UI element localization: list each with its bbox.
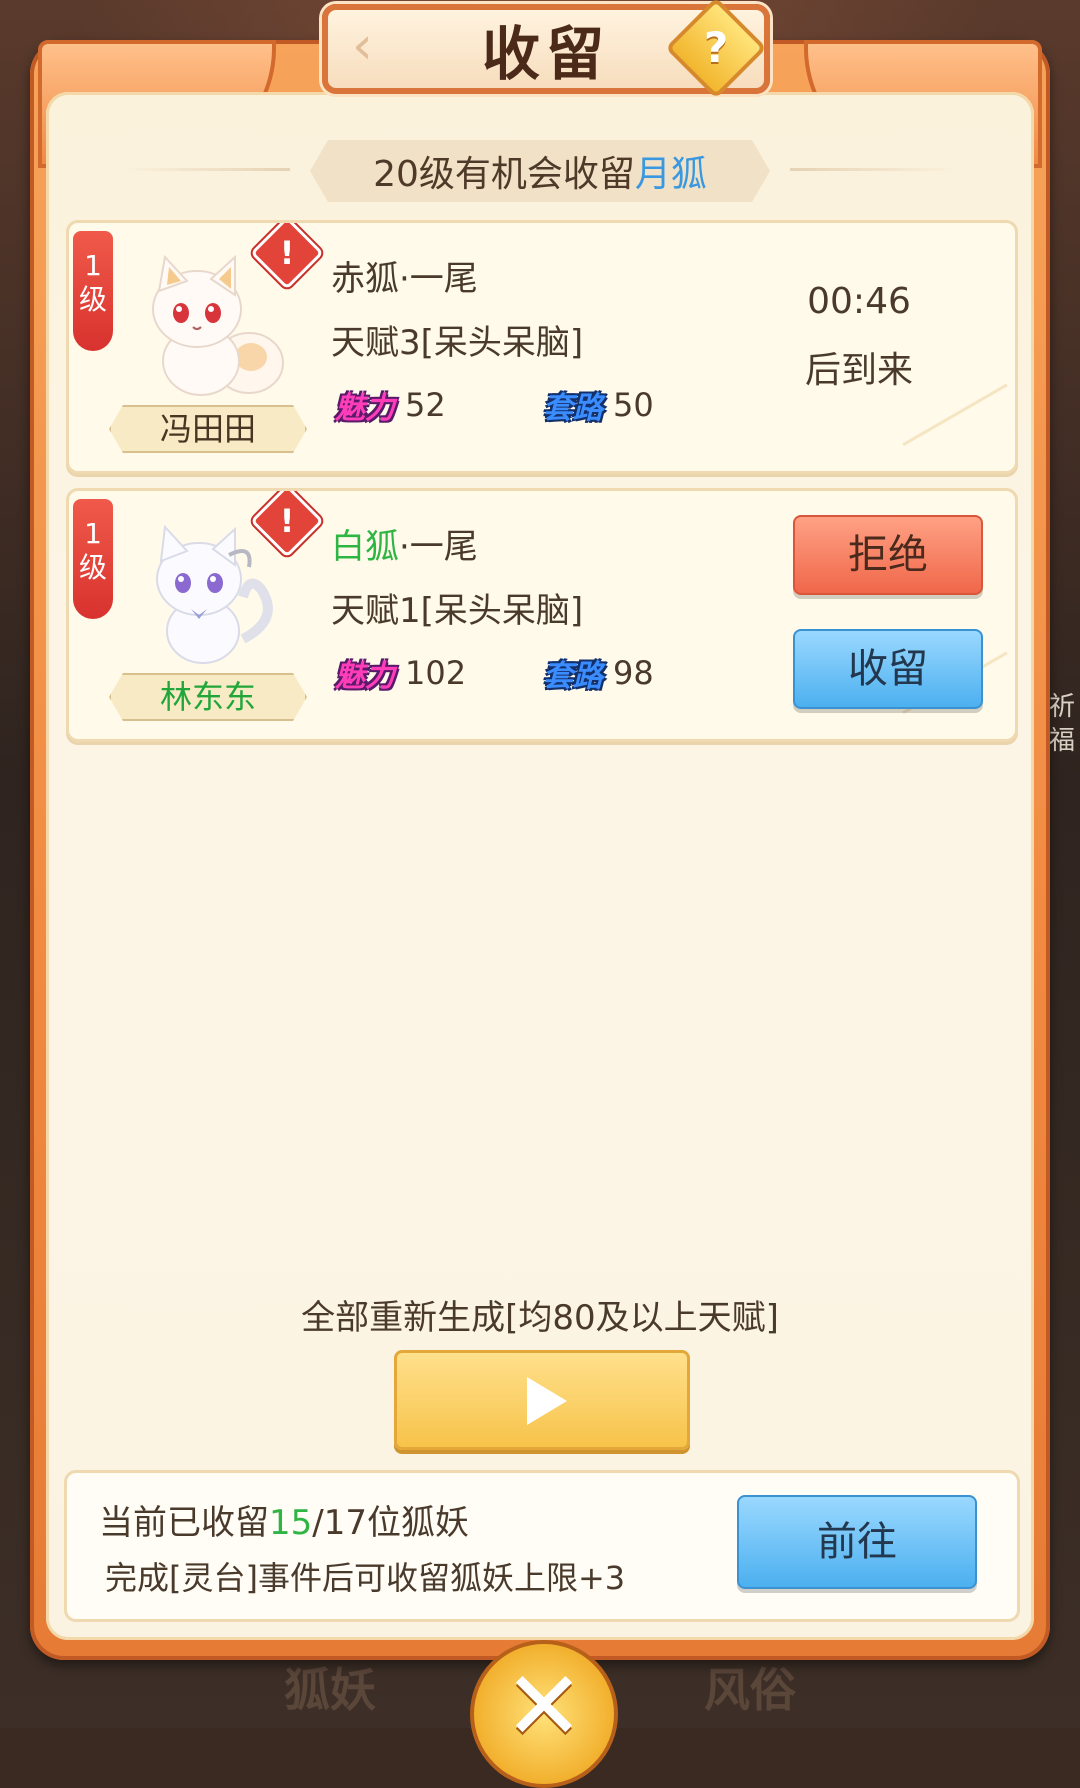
subtitle-highlight: 月狐 (634, 154, 707, 195)
level-tag: 1级 (73, 231, 113, 351)
fox-talent: 天赋3[呆头呆脑] (331, 323, 584, 363)
charm-badge: 魅力 (335, 391, 395, 426)
question-icon: ? (703, 23, 729, 72)
subtitle-text: 20级有机会收留 (373, 154, 635, 195)
adopted-suffix: /17位狐妖 (312, 1503, 469, 1543)
trick-badge: 套路 (543, 391, 603, 426)
fox-type: 赤狐 (331, 259, 399, 299)
subtitle-ribbon: 20级有机会收留 月狐 (310, 140, 770, 202)
fox-name: 白狐·一尾 (331, 519, 478, 568)
charm-stat: 魅力 52 (331, 383, 446, 427)
watch-ad-play-button[interactable] (394, 1350, 690, 1450)
close-button[interactable]: ✕ (470, 1640, 618, 1788)
chevron-left-icon: ‹ (352, 16, 373, 76)
owner-name: 林东东 (109, 673, 307, 721)
capacity-hint: 完成[灵台]事件后可收留狐妖上限+3 (105, 1559, 626, 1597)
arrival-timer: 00:46 (807, 281, 911, 322)
owner-name: 冯田田 (109, 405, 307, 453)
trick-value: 50 (613, 386, 654, 424)
fox-name: 赤狐·一尾 (331, 251, 478, 300)
close-icon: ✕ (503, 1650, 585, 1762)
reject-button[interactable]: 拒绝 (793, 515, 983, 595)
card-corner-decoration (902, 383, 1015, 471)
trick-badge: 套路 (543, 659, 603, 694)
level-tag: 1级 (73, 499, 113, 619)
background-tab-custom: 风俗 (704, 1663, 796, 1717)
fox-card: 1级 ! 冯田田 赤狐·一尾 天赋3[呆头呆脑] 魅力 52 套路 50 00:… (66, 220, 1018, 474)
background-tab-fox: 狐妖 (284, 1663, 376, 1717)
adopt-button[interactable]: 收留 (793, 629, 983, 709)
fox-tail: ·一尾 (399, 259, 478, 299)
fox-type: 白狐 (331, 527, 399, 567)
fox-card: 1级 ! 林东东 白狐·一尾 天赋1[呆头呆脑] 魅力 102 套路 98 拒绝… (66, 488, 1018, 742)
charm-badge: 魅力 (335, 659, 395, 694)
decorative-line-left (120, 168, 290, 171)
fox-tail: ·一尾 (399, 527, 478, 567)
decorative-line-right (790, 168, 960, 171)
adoption-status-box: 当前已收留15/17位狐妖 完成[灵台]事件后可收留狐妖上限+3 前往 (64, 1470, 1020, 1622)
trick-value: 98 (613, 654, 654, 692)
adopted-count: 当前已收留15/17位狐妖 (99, 1495, 469, 1544)
charm-value: 52 (405, 386, 446, 424)
charm-value: 102 (405, 654, 467, 692)
adopted-prefix: 当前已收留 (99, 1503, 269, 1543)
charm-stat: 魅力 102 (331, 651, 466, 695)
fox-talent: 天赋1[呆头呆脑] (331, 591, 584, 631)
adopted-current: 15 (269, 1503, 313, 1543)
arrival-text: 后到来 (804, 350, 913, 391)
goto-button[interactable]: 前往 (737, 1495, 977, 1589)
play-icon (527, 1377, 567, 1425)
dialog-title: 收留 (481, 20, 610, 88)
trick-stat: 套路 98 (539, 651, 654, 695)
trick-stat: 套路 50 (539, 383, 654, 427)
regenerate-all-text: 全部重新生成[均80及以上天赋] (301, 1298, 779, 1338)
